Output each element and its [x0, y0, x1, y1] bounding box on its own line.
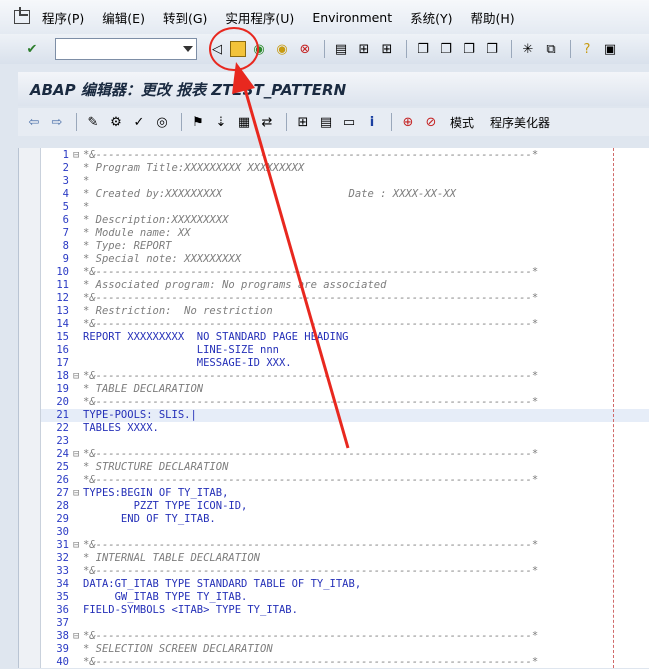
annotation-arrow: [232, 62, 350, 449]
